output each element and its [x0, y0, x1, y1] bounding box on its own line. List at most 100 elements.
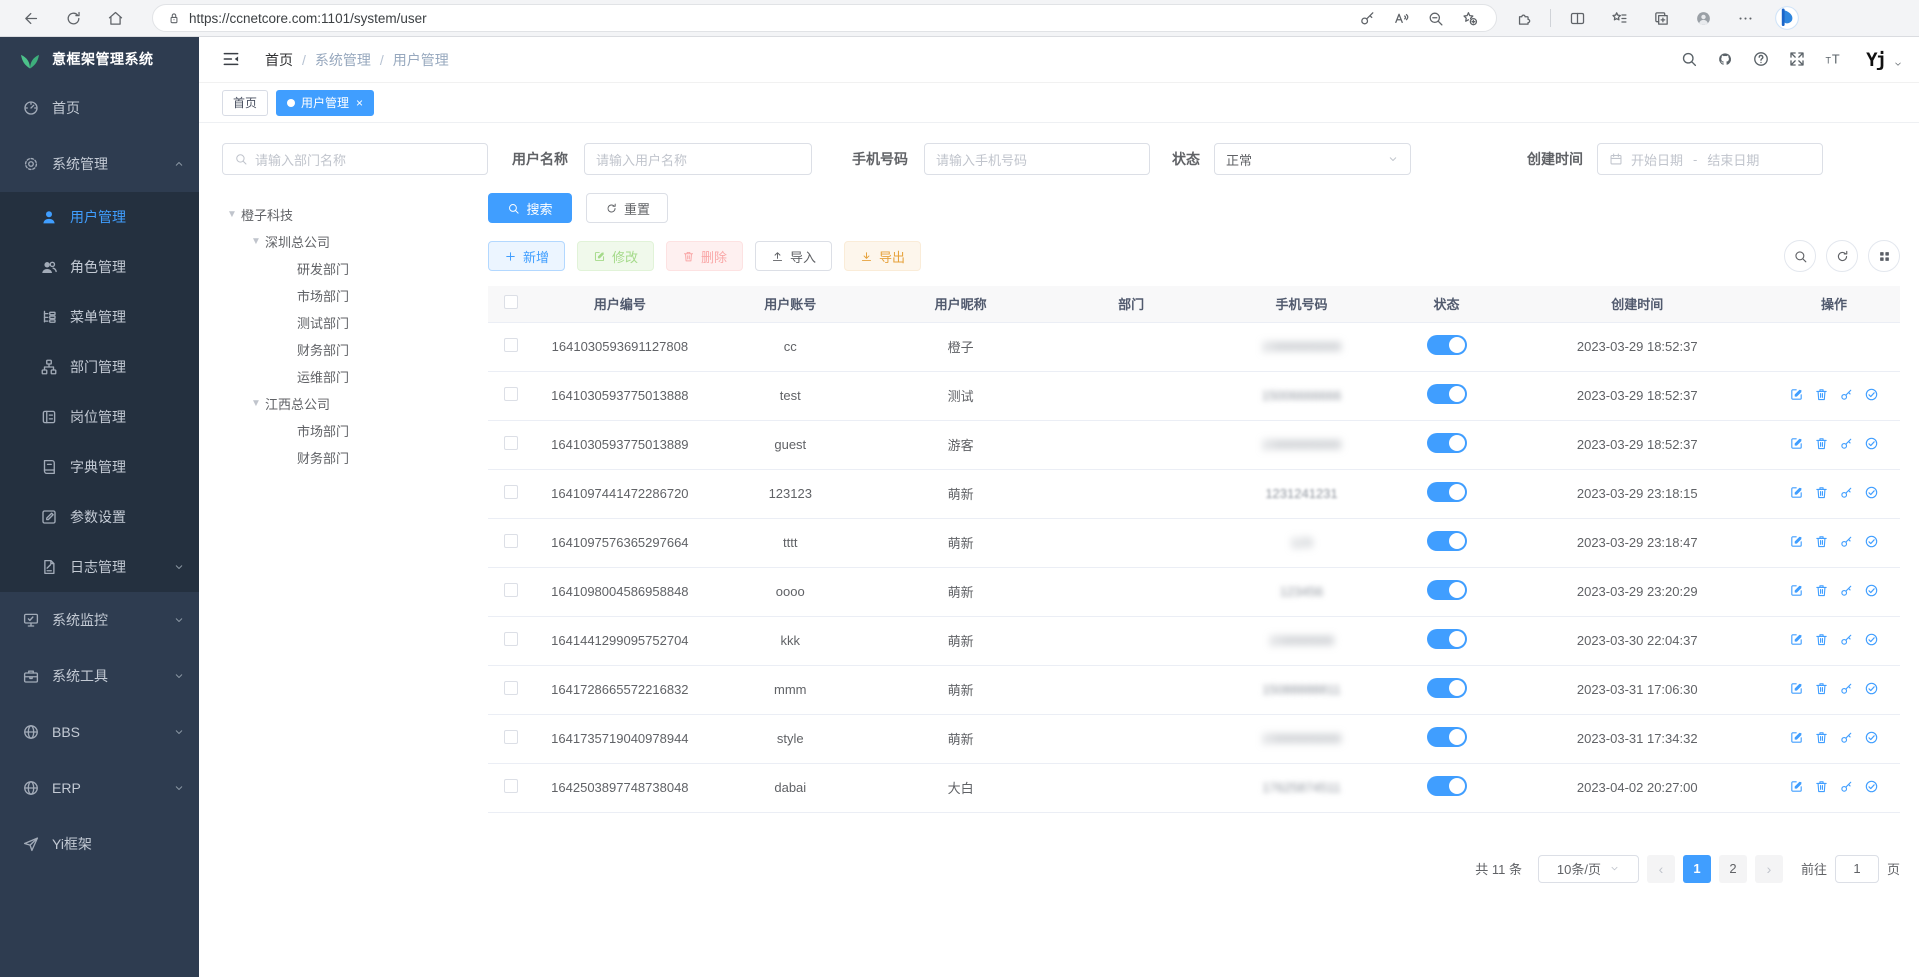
- import-button[interactable]: 导入: [755, 241, 832, 271]
- edit-action-icon[interactable]: [1789, 436, 1804, 451]
- assign-role-icon[interactable]: [1864, 681, 1879, 696]
- tree-node-市场部门[interactable]: 市场部门: [222, 282, 488, 309]
- sidebar-item-菜单管理[interactable]: 菜单管理: [0, 292, 199, 342]
- delete-action-icon[interactable]: [1814, 779, 1829, 794]
- browser-reload-icon[interactable]: [58, 3, 88, 33]
- status-toggle[interactable]: [1427, 629, 1467, 649]
- password-key-icon[interactable]: [1352, 3, 1382, 33]
- reset-password-icon[interactable]: [1839, 387, 1854, 402]
- delete-action-icon[interactable]: [1814, 485, 1829, 500]
- status-toggle[interactable]: [1427, 384, 1467, 404]
- page-button-2[interactable]: 2: [1719, 855, 1747, 883]
- sidebar-item-用户管理[interactable]: 用户管理: [0, 192, 199, 242]
- delete-action-icon[interactable]: [1814, 436, 1829, 451]
- assign-role-icon[interactable]: [1864, 387, 1879, 402]
- edit-button[interactable]: 修改: [577, 241, 654, 271]
- delete-action-icon[interactable]: [1814, 681, 1829, 696]
- table-search-button[interactable]: [1784, 240, 1816, 272]
- edit-action-icon[interactable]: [1789, 681, 1804, 696]
- delete-action-icon[interactable]: [1814, 387, 1829, 402]
- reset-password-icon[interactable]: [1839, 583, 1854, 598]
- page-size-select[interactable]: 10条/页: [1538, 855, 1639, 883]
- row-checkbox[interactable]: [504, 681, 518, 695]
- url-text[interactable]: https://ccnetcore.com:1101/system/user: [189, 11, 1350, 26]
- export-button[interactable]: 导出: [844, 241, 921, 271]
- edit-action-icon[interactable]: [1789, 485, 1804, 500]
- tree-node-测试部门[interactable]: 测试部门: [222, 309, 488, 336]
- status-toggle[interactable]: [1427, 482, 1467, 502]
- reset-password-icon[interactable]: [1839, 779, 1854, 794]
- breadcrumb-item[interactable]: 首页: [265, 50, 293, 70]
- delete-action-icon[interactable]: [1814, 534, 1829, 549]
- breadcrumb-item[interactable]: 系统管理: [315, 50, 371, 70]
- prev-page-button[interactable]: ‹: [1647, 855, 1675, 883]
- tree-expand-caret-icon[interactable]: ▼: [227, 209, 241, 220]
- username-input[interactable]: 请输入用户名称: [584, 143, 812, 175]
- edit-action-icon[interactable]: [1789, 583, 1804, 598]
- tab-close-icon[interactable]: ×: [356, 97, 363, 109]
- reset-button[interactable]: 重置: [586, 193, 668, 223]
- sidebar-item-参数设置[interactable]: 参数设置: [0, 492, 199, 542]
- status-toggle[interactable]: [1427, 335, 1467, 355]
- edit-action-icon[interactable]: [1789, 632, 1804, 647]
- tree-expand-caret-icon[interactable]: ▼: [251, 398, 265, 409]
- reset-password-icon[interactable]: [1839, 534, 1854, 549]
- tag-tab-首页[interactable]: 首页: [222, 90, 268, 116]
- tree-node-财务部门[interactable]: 财务部门: [222, 336, 488, 363]
- edit-action-icon[interactable]: [1789, 534, 1804, 549]
- zoom-out-icon[interactable]: [1420, 3, 1450, 33]
- edit-action-icon[interactable]: [1789, 730, 1804, 745]
- status-select[interactable]: 正常: [1214, 143, 1411, 175]
- tree-node-江西总公司[interactable]: ▼江西总公司: [222, 390, 488, 417]
- table-refresh-button[interactable]: [1826, 240, 1858, 272]
- select-all-checkbox[interactable]: [504, 295, 518, 309]
- goto-page-input[interactable]: [1835, 855, 1879, 883]
- sidebar-fold-icon[interactable]: [221, 49, 243, 71]
- delete-action-icon[interactable]: [1814, 730, 1829, 745]
- status-toggle[interactable]: [1427, 580, 1467, 600]
- assign-role-icon[interactable]: [1864, 583, 1879, 598]
- edit-action-icon[interactable]: [1789, 387, 1804, 402]
- sidebar-item-系统工具[interactable]: 系统工具: [0, 648, 199, 704]
- address-bar[interactable]: https://ccnetcore.com:1101/system/user: [152, 4, 1497, 32]
- row-checkbox[interactable]: [504, 534, 518, 548]
- sidebar-item-字典管理[interactable]: 字典管理: [0, 442, 199, 492]
- split-screen-icon[interactable]: [1562, 3, 1592, 33]
- row-checkbox[interactable]: [504, 436, 518, 450]
- extensions-icon[interactable]: [1509, 3, 1539, 33]
- phone-input[interactable]: 请输入手机号码: [924, 143, 1150, 175]
- avatar[interactable]: Yj: [1866, 49, 1885, 71]
- sidebar-item-BBS[interactable]: BBS: [0, 704, 199, 760]
- assign-role-icon[interactable]: [1864, 632, 1879, 647]
- row-checkbox[interactable]: [504, 583, 518, 597]
- dept-search-input[interactable]: 请输入部门名称: [222, 143, 488, 175]
- search-button[interactable]: 搜索: [488, 193, 572, 223]
- assign-role-icon[interactable]: [1864, 534, 1879, 549]
- sidebar-item-首页[interactable]: 首页: [0, 80, 199, 136]
- browser-back-icon[interactable]: [16, 3, 46, 33]
- tree-node-运维部门[interactable]: 运维部门: [222, 363, 488, 390]
- row-checkbox[interactable]: [504, 338, 518, 352]
- tree-node-橙子科技[interactable]: ▼橙子科技: [222, 201, 488, 228]
- row-checkbox[interactable]: [504, 779, 518, 793]
- add-button[interactable]: 新增: [488, 241, 565, 271]
- status-toggle[interactable]: [1427, 776, 1467, 796]
- sidebar-item-ERP[interactable]: ERP: [0, 760, 199, 816]
- assign-role-icon[interactable]: [1864, 485, 1879, 500]
- favorites-bar-icon[interactable]: [1604, 3, 1634, 33]
- tag-tab-用户管理[interactable]: 用户管理×: [276, 90, 374, 116]
- browser-home-icon[interactable]: [100, 3, 130, 33]
- delete-action-icon[interactable]: [1814, 632, 1829, 647]
- delete-button[interactable]: 删除: [666, 241, 743, 271]
- font-size-icon[interactable]: TT: [1824, 50, 1844, 70]
- search-icon[interactable]: [1680, 50, 1700, 70]
- tree-node-深圳总公司[interactable]: ▼深圳总公司: [222, 228, 488, 255]
- sidebar-item-部门管理[interactable]: 部门管理: [0, 342, 199, 392]
- page-button-1[interactable]: 1: [1683, 855, 1711, 883]
- tree-node-财务部门[interactable]: 财务部门: [222, 444, 488, 471]
- status-toggle[interactable]: [1427, 531, 1467, 551]
- next-page-button[interactable]: ›: [1755, 855, 1783, 883]
- assign-role-icon[interactable]: [1864, 730, 1879, 745]
- breadcrumb-item[interactable]: 用户管理: [393, 50, 449, 70]
- collections-icon[interactable]: [1646, 3, 1676, 33]
